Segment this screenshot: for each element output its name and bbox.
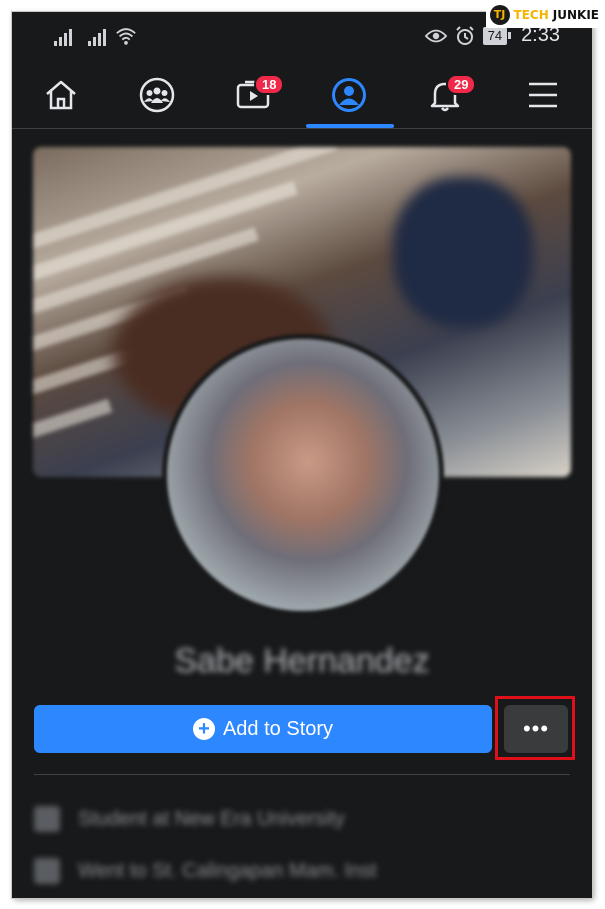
add-to-story-label: Add to Story	[222, 717, 334, 740]
battery-icon: 74	[482, 26, 512, 45]
nav-profile[interactable]	[304, 62, 394, 128]
groups-icon	[139, 77, 175, 113]
techjunkie-logo-icon: TJ	[489, 5, 510, 25]
school-icon	[34, 858, 60, 884]
notifications-badge: 29	[446, 74, 477, 95]
info-row-label: Went to St. Calingapan Mam. Inst	[78, 859, 377, 882]
wifi-icon	[116, 28, 136, 45]
active-tab-indicator	[306, 124, 394, 128]
phone-screen: 74 2:33 18 29 Sabe Hernandez + Add to St…	[12, 12, 592, 898]
nav-notifications[interactable]: 29	[400, 62, 490, 128]
add-to-story-button[interactable]: + Add to Story	[34, 705, 492, 753]
nav-groups[interactable]	[112, 62, 202, 128]
profile-picture[interactable]	[162, 334, 444, 616]
divider	[34, 774, 570, 775]
education-icon	[34, 806, 60, 832]
home-icon	[46, 80, 76, 110]
eye-icon	[424, 29, 447, 42]
top-nav-bar: 18 29	[12, 62, 592, 129]
watch-badge: 18	[254, 74, 285, 95]
techjunkie-watermark: TJ TECH JUNKIE	[485, 2, 605, 28]
info-row-school: Went to St. Calingapan Mam. Inst	[34, 858, 377, 884]
nav-menu[interactable]	[498, 62, 588, 128]
plus-icon: +	[192, 718, 215, 740]
info-row-label: Student at New Era University	[78, 807, 345, 830]
signal-icon	[88, 28, 106, 46]
signal-icon	[54, 28, 72, 46]
hamburger-menu-icon	[529, 82, 557, 108]
nav-home[interactable]	[16, 62, 106, 128]
profile-name: Sabe Hernandez	[174, 642, 430, 680]
highlight-box	[495, 696, 575, 760]
nav-watch[interactable]: 18	[208, 62, 298, 128]
alarm-icon	[455, 25, 474, 45]
profile-icon	[332, 78, 366, 112]
info-row-education: Student at New Era University	[34, 806, 345, 832]
